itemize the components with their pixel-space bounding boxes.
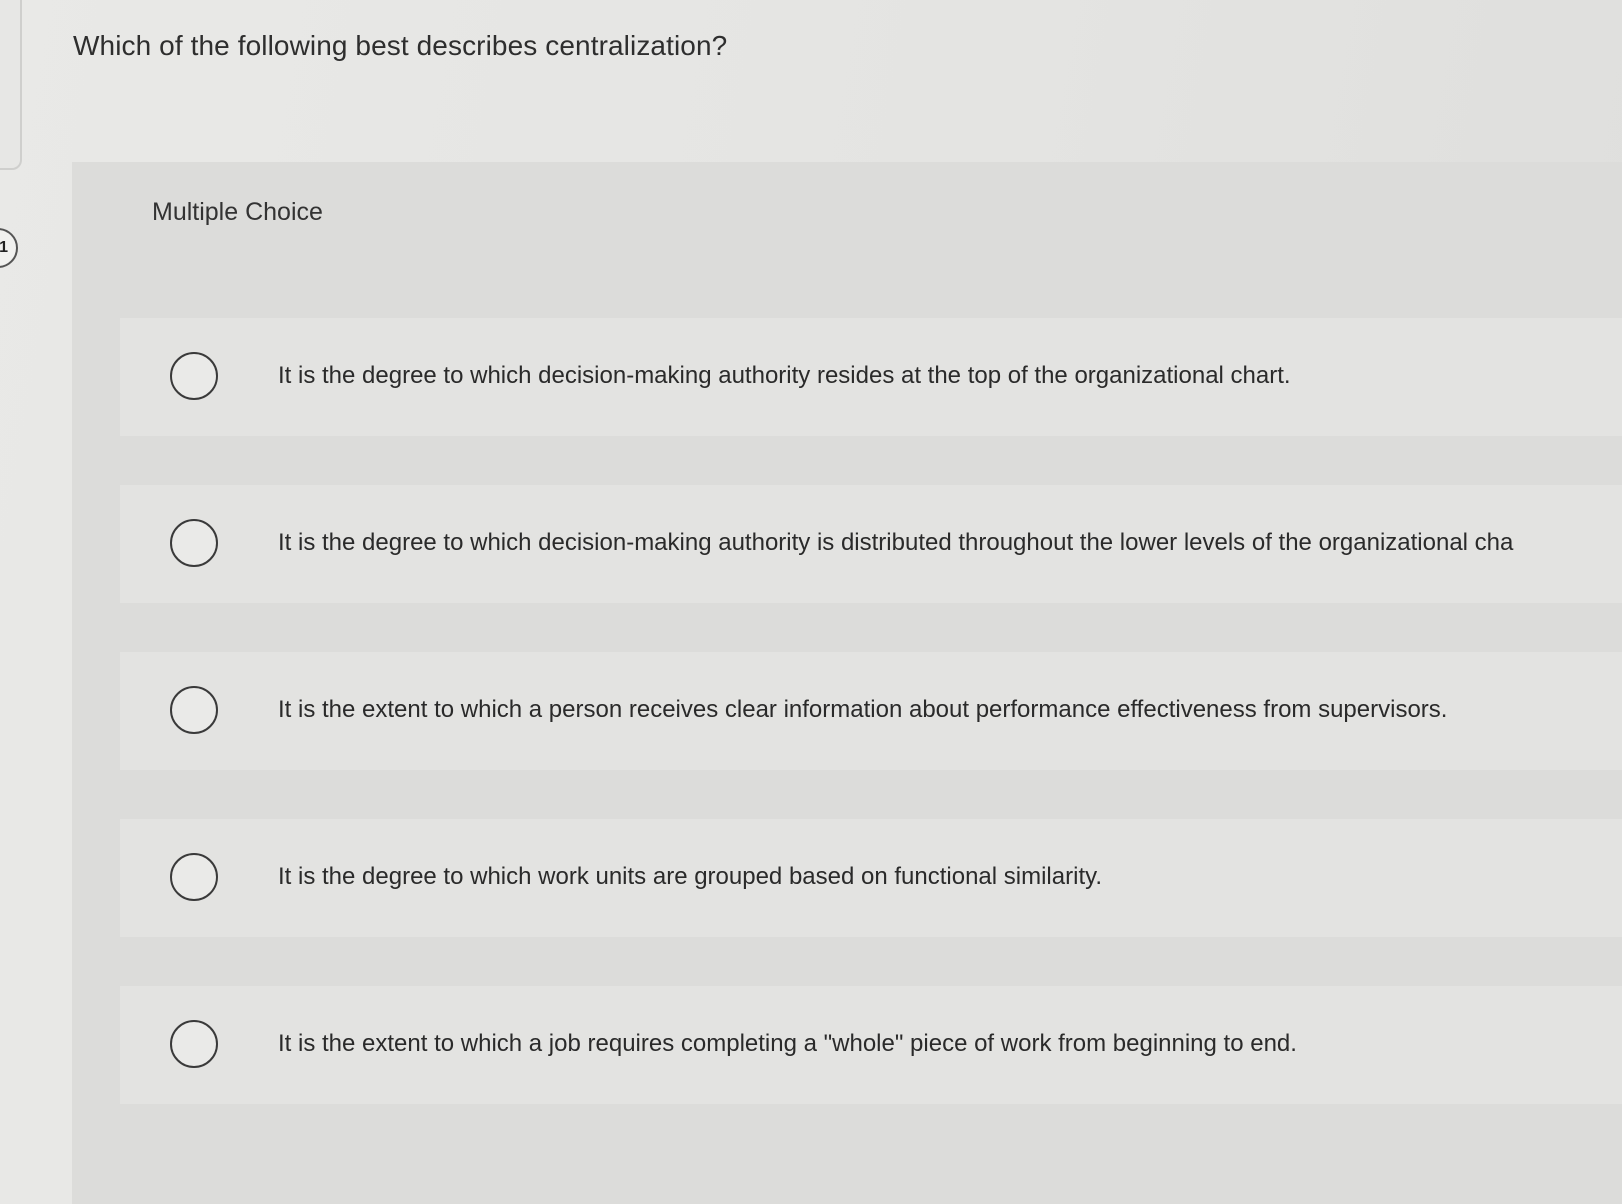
quiz-page: 1 Which of the following best describes … xyxy=(0,0,1622,1204)
radio-button[interactable] xyxy=(170,853,218,901)
radio-button[interactable] xyxy=(170,686,218,734)
answer-option-text: It is the degree to which decision-makin… xyxy=(278,362,1291,389)
answer-option-text: It is the degree to which decision-makin… xyxy=(278,529,1514,556)
question-number-badge[interactable]: 1 xyxy=(0,228,18,268)
answer-option-3[interactable]: It is the extent to which a person recei… xyxy=(120,652,1622,770)
answer-option-2[interactable]: It is the degree to which decision-makin… xyxy=(120,485,1622,603)
answer-option-4[interactable]: It is the degree to which work units are… xyxy=(120,819,1622,937)
answer-option-text: It is the degree to which work units are… xyxy=(278,863,1102,890)
answer-option-text: It is the extent to which a job requires… xyxy=(278,1030,1297,1057)
question-type-label: Multiple Choice xyxy=(152,198,323,226)
answer-option-5[interactable]: It is the extent to which a job requires… xyxy=(120,986,1622,1104)
question-nav-tab[interactable] xyxy=(0,0,22,170)
radio-button[interactable] xyxy=(170,1020,218,1068)
radio-button[interactable] xyxy=(170,519,218,567)
radio-button[interactable] xyxy=(170,352,218,400)
answer-option-1[interactable]: It is the degree to which decision-makin… xyxy=(120,318,1622,436)
answer-option-text: It is the extent to which a person recei… xyxy=(278,696,1448,723)
question-prompt: Which of the following best describes ce… xyxy=(73,30,728,61)
